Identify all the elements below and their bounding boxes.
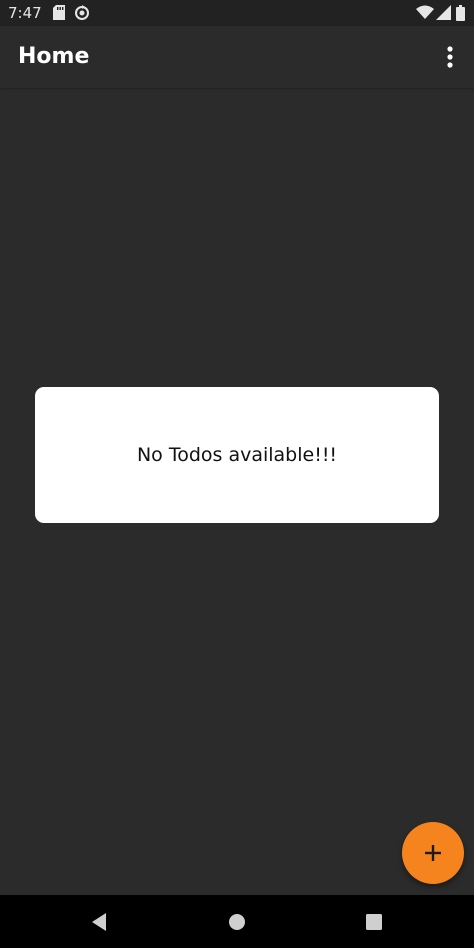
battery-icon	[456, 5, 465, 21]
plus-icon	[425, 845, 441, 861]
more-vert-icon	[447, 46, 453, 68]
home-icon	[229, 914, 245, 930]
back-button[interactable]	[86, 909, 112, 935]
recents-button[interactable]	[361, 909, 387, 935]
status-time: 7:47	[8, 4, 42, 22]
add-todo-button[interactable]	[402, 822, 464, 884]
app-bar: Home	[0, 26, 474, 88]
empty-state-message: No Todos available!!!	[136, 444, 338, 466]
home-button[interactable]	[224, 909, 250, 935]
sync-icon	[75, 5, 89, 20]
recents-icon	[366, 914, 382, 930]
back-icon	[92, 913, 106, 931]
status-bar: 7:47	[0, 0, 474, 26]
sd-card-icon	[53, 5, 65, 20]
navigation-bar	[0, 895, 474, 948]
overflow-menu-button[interactable]	[436, 41, 464, 73]
signal-icon	[436, 5, 451, 20]
empty-state-card: No Todos available!!!	[35, 387, 439, 523]
page-title: Home	[18, 44, 90, 69]
wifi-icon	[416, 5, 434, 19]
